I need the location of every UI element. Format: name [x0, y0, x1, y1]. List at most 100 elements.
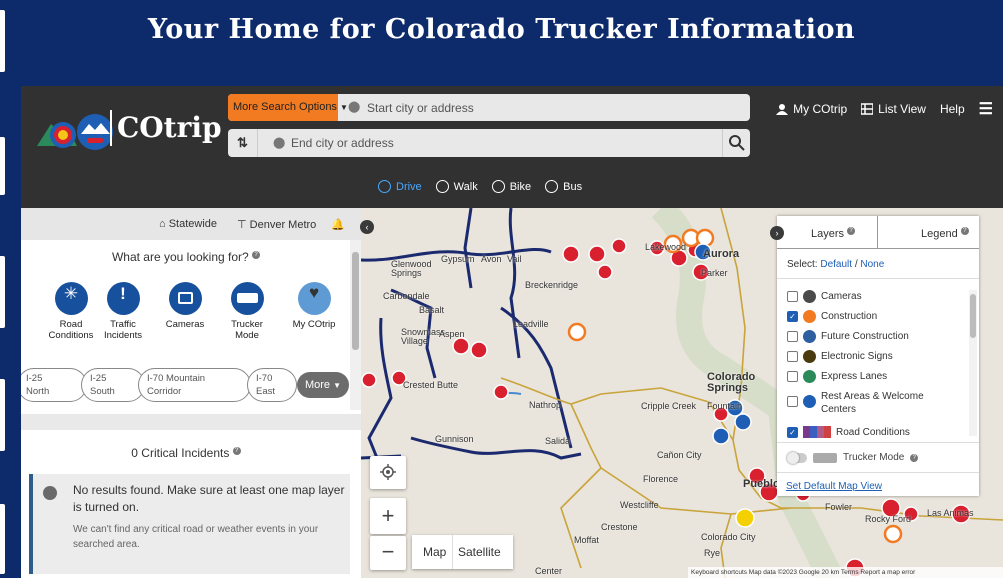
category-my-cotrip[interactable]: ♥ My COtrip: [284, 282, 344, 330]
list-view-link[interactable]: List View: [861, 102, 926, 116]
layer-future-construction[interactable]: Future Construction: [787, 330, 909, 343]
end-city-input[interactable]: End city or address: [291, 136, 394, 150]
more-search-options-button[interactable]: More Search Options ▼: [228, 94, 348, 121]
corridor-i70-east[interactable]: I-70 East: [247, 368, 297, 402]
layer-cameras[interactable]: Cameras: [787, 290, 862, 303]
layer-checkbox[interactable]: ✓: [787, 311, 798, 322]
tab-layers[interactable]: Layers ?: [811, 216, 856, 249]
bell-icon[interactable]: 🔔: [331, 218, 345, 231]
crosshair-icon: [380, 464, 396, 480]
section-divider: [21, 414, 361, 430]
chevron-down-icon: ▼: [333, 381, 342, 390]
zoom-in-button[interactable]: +: [370, 498, 406, 534]
trucker-mode-toggle[interactable]: [787, 451, 807, 464]
layer-road-conditions[interactable]: ✓ Road Conditions: [787, 426, 910, 438]
no-results-text: No results found. Make sure at least one…: [73, 483, 345, 514]
layer-checkbox[interactable]: [787, 371, 798, 382]
layer-checkbox[interactable]: [787, 351, 798, 362]
category-road-conditions[interactable]: ✳ Road Conditions: [41, 282, 101, 341]
edge-tab[interactable]: [0, 10, 5, 72]
map-label: Aurora: [703, 248, 740, 260]
truck-icon: [813, 452, 837, 463]
layers-scroll-thumb[interactable]: [970, 294, 976, 338]
category-cameras[interactable]: Cameras: [155, 282, 215, 330]
layer-checkbox[interactable]: [787, 396, 798, 407]
layer-checkbox[interactable]: [787, 291, 798, 302]
denver-metro-button[interactable]: ⊤ Denver Metro: [237, 218, 316, 231]
hamburger-menu-icon[interactable]: ☰: [979, 99, 993, 119]
zoom-out-button[interactable]: −: [370, 536, 406, 570]
help-icon[interactable]: ?: [232, 447, 241, 455]
category-traffic-incidents[interactable]: ! Traffic Incidents: [93, 282, 153, 341]
help-icon: ?: [960, 227, 969, 236]
map-label: Salida: [545, 436, 571, 446]
layers-collapse-button[interactable]: ›: [770, 226, 784, 240]
top-links: My COtrip List View Help ☰: [776, 99, 993, 119]
help-link[interactable]: Help: [940, 102, 965, 116]
corridor-i25-north[interactable]: I-25 North: [21, 368, 87, 402]
tab-legend[interactable]: Legend ?: [921, 216, 969, 249]
layer-construction[interactable]: ✓ Construction: [787, 310, 877, 323]
map-label: Moffat: [574, 535, 599, 545]
sidebar-scroll-thumb[interactable]: [352, 252, 359, 350]
map-label: Rocky Ford: [865, 514, 912, 524]
edge-tab[interactable]: [0, 256, 5, 328]
category-trucker-mode[interactable]: Trucker Mode: [217, 282, 277, 341]
collapse-sidebar-button[interactable]: ‹: [360, 220, 374, 234]
more-corridors-button[interactable]: More ▼: [297, 372, 349, 398]
set-default-map-view-link[interactable]: Set Default Map View: [786, 481, 882, 492]
rest-area-icon: [803, 395, 816, 408]
my-location-button[interactable]: [370, 456, 406, 489]
layer-express-lanes[interactable]: Express Lanes: [787, 370, 887, 383]
layer-checkbox[interactable]: ✓: [787, 426, 798, 438]
tab-legend-label: Legend: [921, 228, 958, 240]
edge-tab[interactable]: [0, 379, 5, 451]
select-default-link[interactable]: Default: [820, 259, 852, 270]
select-none-link[interactable]: None: [860, 259, 884, 270]
start-city-input[interactable]: Start city or address: [367, 101, 474, 115]
map-type-map-button[interactable]: Map: [423, 545, 446, 559]
search-icon: [43, 486, 57, 500]
denver-metro-label: Denver Metro: [249, 219, 317, 231]
help-icon[interactable]: ?: [910, 453, 919, 462]
corridor-i70-mountain[interactable]: I-70 Mountain Corridor: [138, 368, 251, 402]
map-label: Colorado Springs: [707, 371, 756, 394]
camera-icon: [803, 290, 816, 303]
more-search-label: More Search Options: [233, 101, 337, 113]
alert-icon: !: [106, 282, 140, 315]
mode-bus[interactable]: Bus: [545, 180, 582, 193]
mode-bike[interactable]: Bike: [491, 180, 531, 193]
caret-down-icon: ▼: [339, 103, 348, 112]
top-bar: COtrip More Search Options ▼ ⬤ Start city…: [21, 86, 1003, 208]
map-label: Florence: [643, 474, 679, 484]
map-type-satellite-button[interactable]: Satellite: [458, 545, 501, 559]
map-pin-icon: ⬤: [273, 137, 286, 149]
mode-walk[interactable]: Walk: [435, 180, 478, 193]
map-label: Center: [535, 566, 563, 576]
help-icon: ?: [847, 227, 856, 236]
road-conditions-icon: [803, 426, 831, 438]
help-icon[interactable]: ?: [252, 251, 261, 259]
mode-drive-label: Drive: [396, 180, 422, 193]
statewide-button[interactable]: ⌂ Statewide: [159, 218, 217, 230]
swap-arrows-icon[interactable]: ⇅: [228, 129, 258, 157]
corridor-i25-south[interactable]: I-25 South: [81, 368, 145, 402]
category-label: Trucker Mode: [231, 319, 263, 341]
map-label: Vail: [507, 254, 522, 264]
mode-drive[interactable]: Drive: [378, 180, 422, 193]
layer-electronic-signs[interactable]: Electronic Signs: [787, 350, 893, 363]
edge-tab[interactable]: [0, 504, 5, 574]
layer-checkbox[interactable]: [787, 331, 798, 342]
layer-label: Cameras: [821, 291, 862, 302]
mode-walk-label: Walk: [453, 180, 478, 193]
search-button[interactable]: [722, 129, 750, 157]
layer-divider: [777, 472, 979, 473]
layer-label: Construction: [821, 311, 878, 322]
edge-tab[interactable]: [0, 137, 5, 195]
logo-separator: [110, 110, 112, 146]
my-cotrip-link[interactable]: My COtrip: [776, 102, 847, 116]
snowflake-icon: ✳: [54, 282, 88, 315]
map-label: Gunnison: [435, 434, 474, 444]
layer-rest-areas[interactable]: Rest Areas & Welcome Centers: [787, 390, 939, 416]
map-attribution: Keyboard shortcuts Map data ©2023 Google…: [688, 567, 1003, 578]
